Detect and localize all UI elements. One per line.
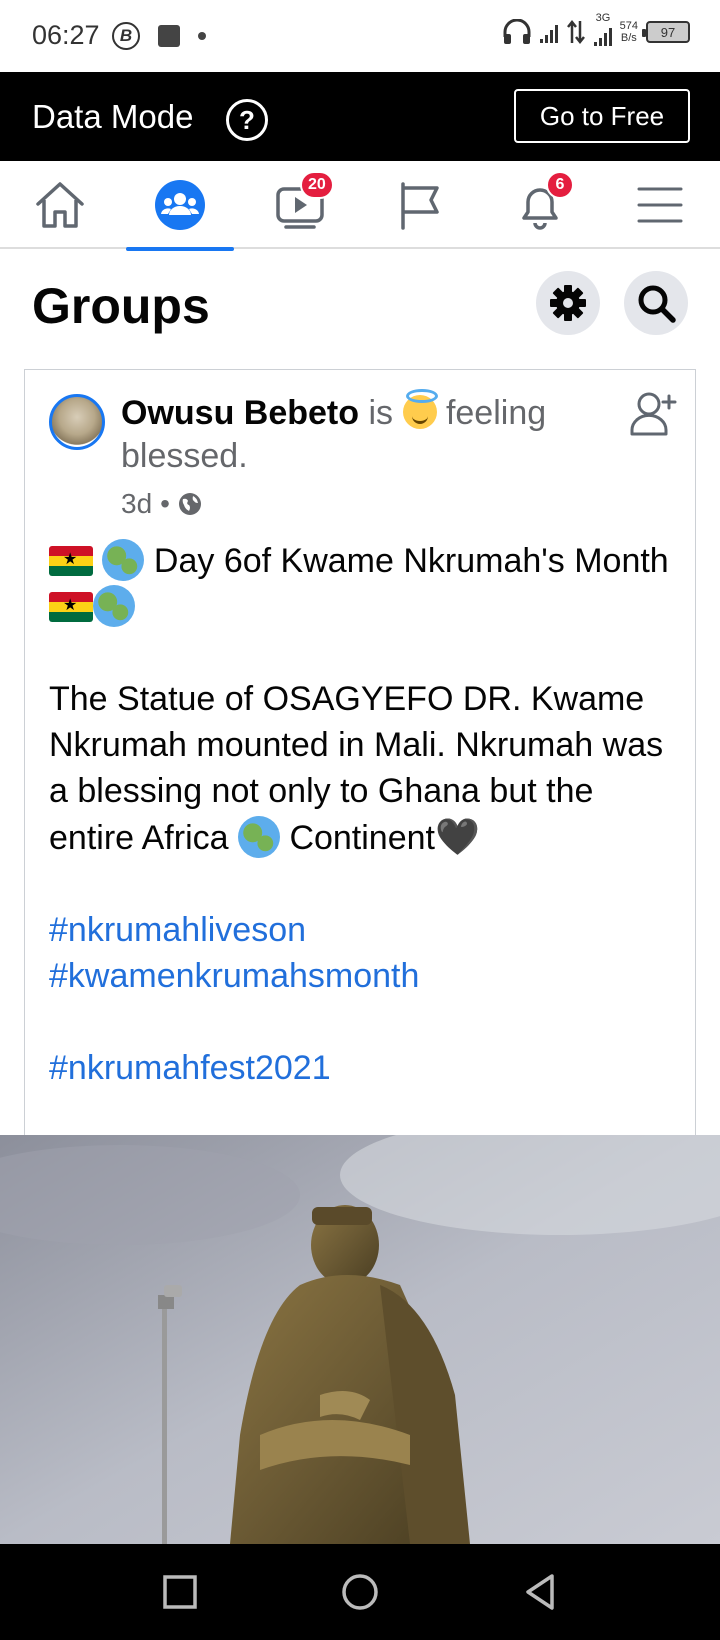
black-heart-emoji: 🖤 <box>434 816 480 857</box>
system-nav-bar <box>0 1544 720 1640</box>
headset-icon <box>503 19 531 44</box>
post-line-1: Day 6of Kwame Nkrumah's Month <box>153 542 669 580</box>
groups-header: Groups <box>0 251 720 361</box>
home-button-icon[interactable] <box>340 1572 380 1612</box>
page-title: Groups <box>32 278 210 334</box>
tab-notifications[interactable]: 6 <box>480 161 600 249</box>
watch-badge: 20 <box>300 171 334 199</box>
search-icon <box>638 285 676 323</box>
data-mode-banner: Data Mode Go to Free <box>0 72 720 161</box>
post-meta: 3d • <box>121 488 202 520</box>
groups-icon <box>155 180 205 230</box>
hashtag-link[interactable]: #nkrumahfest2021 <box>49 1049 331 1087</box>
battery-level: 97 <box>660 24 676 40</box>
is-word: is <box>368 394 394 432</box>
post-paragraph-2-end: Continent <box>289 819 435 857</box>
data-transfer-icon <box>566 19 585 45</box>
post-body: Day 6of Kwame Nkrumah's Month The Statue… <box>49 538 679 1091</box>
tab-pages[interactable] <box>360 161 480 249</box>
hamburger-icon <box>637 187 683 223</box>
post-author[interactable]: Owusu Bebeto <box>121 394 359 432</box>
hashtag-link[interactable]: #kwamenkrumahsmonth <box>49 957 419 995</box>
search-button[interactable] <box>624 271 688 335</box>
avatar[interactable] <box>49 394 105 450</box>
gear-icon <box>550 285 586 321</box>
globe-emoji-icon <box>237 816 280 858</box>
top-nav-bar: 20 6 <box>0 161 720 251</box>
recent-apps-icon[interactable] <box>160 1572 200 1612</box>
home-icon <box>36 182 84 228</box>
add-friend-button[interactable] <box>629 390 679 443</box>
post-time[interactable]: 3d <box>121 488 152 520</box>
statue-photo <box>0 1135 720 1544</box>
post-header: Owusu Bebeto is feeling blessed. <box>121 389 601 478</box>
network-speed: 574 B/s <box>619 20 638 44</box>
settings-button[interactable] <box>536 271 600 335</box>
globe-emoji-icon <box>93 585 135 627</box>
network-type: 3G <box>595 12 611 24</box>
public-globe-icon <box>178 493 201 515</box>
meta-separator: • <box>160 488 170 519</box>
b-app-icon: B <box>112 22 140 50</box>
post-photo[interactable] <box>0 1135 720 1544</box>
ghana-flag-emoji-icon <box>49 546 93 576</box>
back-icon[interactable] <box>520 1572 560 1612</box>
halo-smile-emoji-icon <box>402 389 438 429</box>
add-person-icon <box>630 392 677 436</box>
status-time: 06:27 <box>32 20 100 50</box>
notifications-badge: 6 <box>546 171 574 199</box>
tab-watch[interactable]: 20 <box>240 161 360 249</box>
tab-menu[interactable] <box>600 161 720 249</box>
status-bar: 06:27 B 3G 574 B/s 97 <box>0 0 720 72</box>
data-mode-label: Data Mode <box>32 98 194 135</box>
battery-icon: 97 <box>642 21 690 43</box>
tab-groups[interactable] <box>120 161 240 251</box>
more-notifications-dot-icon <box>198 32 206 40</box>
post-card: Owusu Bebeto is feeling blessed. 3d • Da… <box>24 369 696 1135</box>
go-to-free-button[interactable]: Go to Free <box>514 89 690 143</box>
ghana-flag-emoji-icon <box>49 592 93 622</box>
signal-strength-2-icon <box>593 24 612 46</box>
tab-home[interactable] <box>0 161 120 249</box>
flag-icon <box>401 182 439 230</box>
signal-strength-icon <box>539 21 558 43</box>
hashtag-link[interactable]: #nkrumahliveson <box>49 911 306 949</box>
app-notification-icon <box>158 25 180 47</box>
globe-emoji-icon <box>102 539 145 581</box>
help-icon[interactable]: ? <box>226 99 268 141</box>
